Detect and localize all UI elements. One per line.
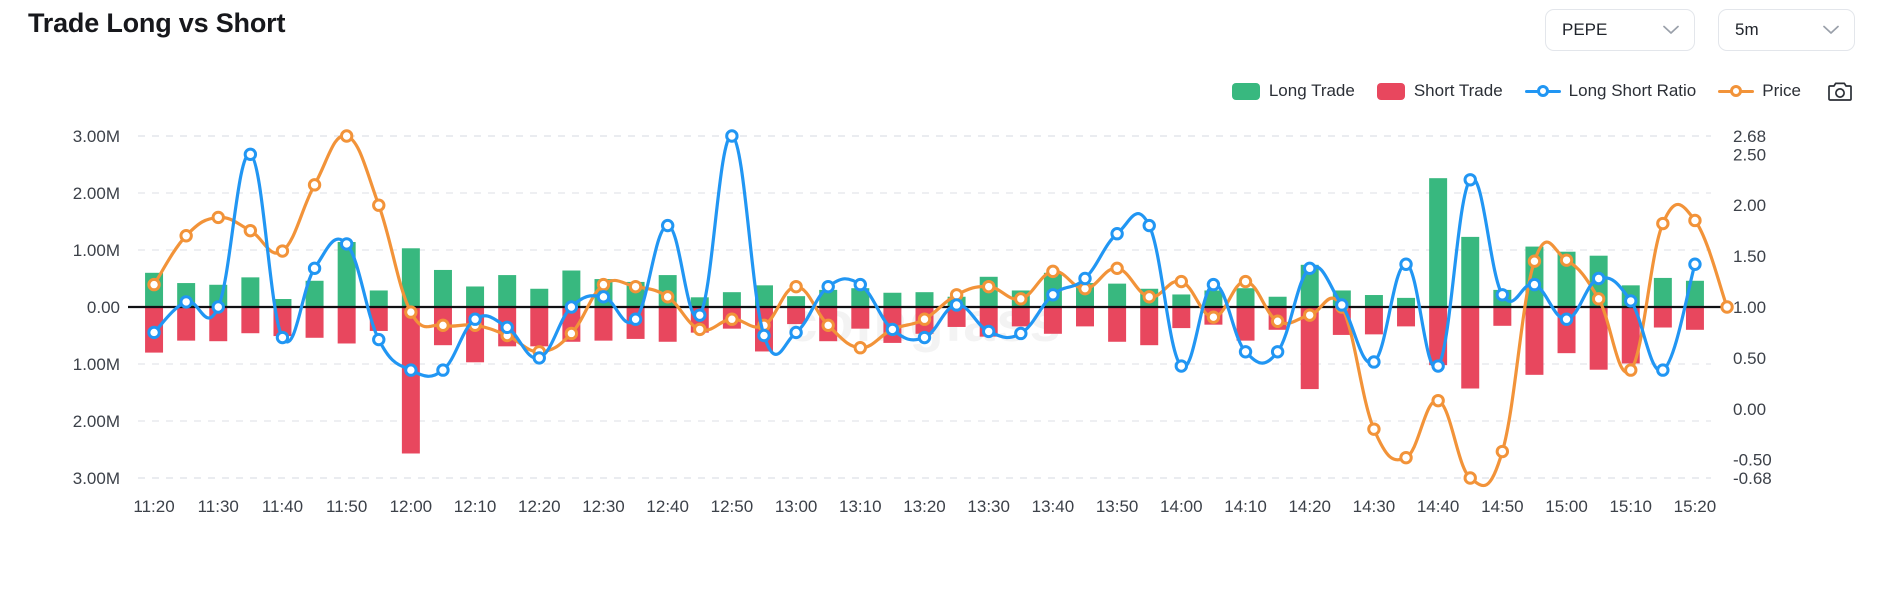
svg-text:15:00: 15:00 — [1545, 497, 1588, 516]
page-title: Trade Long vs Short — [28, 8, 286, 38]
svg-text:14:50: 14:50 — [1481, 497, 1524, 516]
svg-text:14:10: 14:10 — [1224, 497, 1267, 516]
svg-text:15:10: 15:10 — [1609, 497, 1652, 516]
svg-text:12:10: 12:10 — [454, 497, 497, 516]
svg-text:1.50: 1.50 — [1733, 247, 1766, 266]
svg-text:2.00: 2.00 — [1733, 196, 1766, 215]
chevron-down-icon — [1658, 25, 1684, 35]
svg-text:15:20: 15:20 — [1674, 497, 1717, 516]
svg-text:3.00M: 3.00M — [73, 469, 120, 488]
chevron-down-icon — [1818, 25, 1844, 35]
svg-text:2.00M: 2.00M — [73, 184, 120, 203]
legend-item-short-trade[interactable]: Short Trade — [1376, 81, 1503, 101]
svg-text:13:20: 13:20 — [903, 497, 946, 516]
right-axis-labels: 2.682.50 2.00 1.50 1.00 0.50 0.00 -0.50-0.68 — [1733, 127, 1772, 488]
svg-text:12:20: 12:20 — [518, 497, 561, 516]
short-trade-color-swatch — [1376, 82, 1405, 100]
svg-text:0.00: 0.00 — [87, 298, 120, 317]
trade-long-vs-short-chart: coinglass 3.00M2.00M1.00M0.001.00M2.00M3… — [73, 127, 1772, 516]
legend-item-long-short-ratio[interactable]: Long Short Ratio — [1524, 81, 1697, 101]
legend-label: Long Trade — [1268, 81, 1355, 100]
svg-text:14:20: 14:20 — [1288, 497, 1331, 516]
svg-text:13:50: 13:50 — [1096, 497, 1139, 516]
price-line-marker — [1718, 83, 1755, 99]
svg-text:13:40: 13:40 — [1032, 497, 1075, 516]
svg-text:13:10: 13:10 — [839, 497, 882, 516]
legend-label: Price — [1762, 81, 1801, 100]
svg-text:2.68: 2.68 — [1733, 127, 1766, 146]
long-short-ratio-line-marker — [1524, 83, 1561, 99]
x-axis-labels: 11:20 11:30 11:40 11:50 12:00 12:10 12:20 12:30… — [133, 497, 1716, 516]
svg-text:1.00M: 1.00M — [73, 355, 120, 374]
interval-select-value: 5m — [1735, 20, 1759, 39]
svg-text:11:40: 11:40 — [262, 497, 303, 516]
chart-legend: Long Trade Short Trade Long Short Ratio … — [1231, 78, 1853, 104]
svg-text:11:20: 11:20 — [133, 497, 174, 516]
long-trade-color-swatch — [1231, 82, 1260, 100]
svg-text:13:00: 13:00 — [775, 497, 818, 516]
svg-text:0.50: 0.50 — [1733, 349, 1766, 368]
svg-text:14:30: 14:30 — [1353, 497, 1396, 516]
svg-text:13:30: 13:30 — [967, 497, 1010, 516]
svg-text:1.00M: 1.00M — [73, 241, 120, 260]
legend-label: Short Trade — [1413, 81, 1503, 100]
chart-plot-area[interactable]: coinglass 3.00M2.00M1.00M0.001.00M2.00M3… — [0, 110, 1879, 612]
legend-item-long-trade[interactable]: Long Trade — [1231, 81, 1355, 101]
interval-select[interactable]: 5m — [1718, 9, 1855, 51]
svg-text:14:00: 14:00 — [1160, 497, 1203, 516]
svg-text:-0.68: -0.68 — [1733, 469, 1772, 488]
svg-text:12:40: 12:40 — [646, 497, 689, 516]
svg-text:11:50: 11:50 — [326, 497, 367, 516]
svg-text:3.00M: 3.00M — [73, 127, 120, 146]
svg-text:2.00M: 2.00M — [73, 412, 120, 431]
svg-text:2.50: 2.50 — [1733, 145, 1766, 164]
symbol-select-value: PEPE — [1562, 20, 1608, 39]
svg-text:12:50: 12:50 — [711, 497, 754, 516]
legend-label: Long Short Ratio — [1568, 81, 1697, 100]
camera-icon[interactable] — [1827, 78, 1853, 104]
svg-text:12:30: 12:30 — [582, 497, 625, 516]
chart-header: Trade Long vs Short PEPE 5m — [0, 0, 1879, 58]
symbol-select[interactable]: PEPE — [1545, 9, 1695, 51]
svg-text:1.00: 1.00 — [1733, 298, 1766, 317]
left-axis-labels: 3.00M 2.00M 1.00M 0.00 1.00M 2.00M 3.00M — [73, 127, 120, 488]
svg-text:14:40: 14:40 — [1417, 497, 1460, 516]
svg-text:-0.50: -0.50 — [1733, 451, 1772, 470]
legend-item-price[interactable]: Price — [1718, 81, 1801, 101]
svg-text:0.00: 0.00 — [1733, 400, 1766, 419]
svg-text:11:30: 11:30 — [198, 497, 239, 516]
svg-text:12:00: 12:00 — [390, 497, 433, 516]
